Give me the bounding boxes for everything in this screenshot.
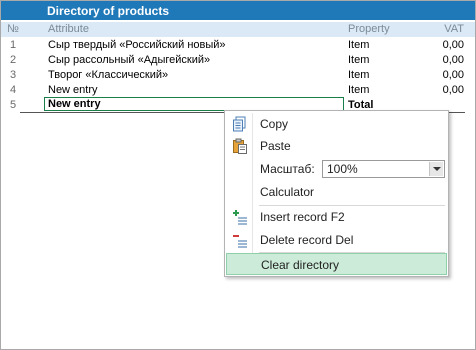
row-num: 3 xyxy=(9,69,17,81)
new-entry-editor[interactable]: New entry xyxy=(44,97,344,111)
menu-item-copy[interactable]: Copy xyxy=(226,113,447,135)
paste-icon xyxy=(232,138,248,154)
new-entry-text: New entry xyxy=(48,98,101,110)
delete-row-icon xyxy=(232,232,248,248)
menu-label: Copy xyxy=(260,117,289,131)
title-bar: Directory of products xyxy=(1,1,475,20)
menu-item-clear-directory[interactable]: Clear directory xyxy=(226,253,447,275)
menu-label: Paste xyxy=(260,139,291,153)
menu-item-paste[interactable]: Paste xyxy=(226,135,447,157)
zoom-value: 100% xyxy=(327,162,358,176)
context-menu: Copy Paste Масштаб: 100% Calculator Inse… xyxy=(224,110,449,277)
table-row[interactable]: 3 Творог «Классический» Item 0,00 xyxy=(1,68,475,83)
menu-label: Clear directory xyxy=(261,258,340,272)
row-vat[interactable]: 0,00 xyxy=(401,69,464,81)
menu-item-calculator[interactable]: Calculator xyxy=(226,181,447,203)
header-num[interactable]: № xyxy=(3,23,23,35)
header-attribute[interactable]: Attribute xyxy=(48,23,89,35)
table-header: № Attribute Property VAT xyxy=(1,22,475,37)
menu-item-delete-record[interactable]: Delete record Del xyxy=(226,229,447,251)
zoom-select[interactable]: 100% xyxy=(322,160,445,178)
row-property[interactable]: Item xyxy=(348,84,369,96)
row-property[interactable]: Item xyxy=(348,69,369,81)
insert-row-icon xyxy=(232,209,248,225)
row-num: 5 xyxy=(9,99,17,111)
header-property[interactable]: Property xyxy=(348,23,390,35)
table-row[interactable]: 2 Сыр рассольный «Адыгейский» Item 0,00 xyxy=(1,53,475,68)
menu-label: Calculator xyxy=(260,185,315,199)
chevron-down-icon[interactable] xyxy=(429,162,443,176)
row-num: 2 xyxy=(9,54,17,66)
zoom-label: Масштаб: xyxy=(260,162,315,176)
row-attribute[interactable]: Творог «Классический» xyxy=(48,69,168,81)
row-vat[interactable]: 0,00 xyxy=(401,39,464,51)
row-property[interactable]: Item xyxy=(348,54,369,66)
row-attribute[interactable]: Сыр рассольный «Адыгейский» xyxy=(48,54,210,66)
row-vat[interactable]: 0,00 xyxy=(401,54,464,66)
row-property[interactable]: Item xyxy=(348,39,369,51)
menu-item-insert-record[interactable]: Insert record F2 xyxy=(226,206,447,228)
menu-label: Delete record Del xyxy=(260,233,354,247)
table-row[interactable]: 1 Сыр твердый «Российский новый» Item 0,… xyxy=(1,38,475,53)
row-attribute[interactable]: Сыр твердый «Российский новый» xyxy=(48,39,226,51)
window-title: Directory of products xyxy=(47,4,170,18)
header-vat[interactable]: VAT xyxy=(401,23,464,35)
table-row[interactable]: 4 New entry Item 0,00 xyxy=(1,83,475,98)
row-vat[interactable]: 0,00 xyxy=(401,84,464,96)
row-num: 4 xyxy=(9,84,17,96)
menu-item-zoom: Масштаб: 100% xyxy=(226,158,447,180)
copy-icon xyxy=(232,116,248,132)
menu-label: Insert record F2 xyxy=(260,210,345,224)
row-num: 1 xyxy=(9,39,17,51)
row-attribute[interactable]: New entry xyxy=(48,84,98,96)
